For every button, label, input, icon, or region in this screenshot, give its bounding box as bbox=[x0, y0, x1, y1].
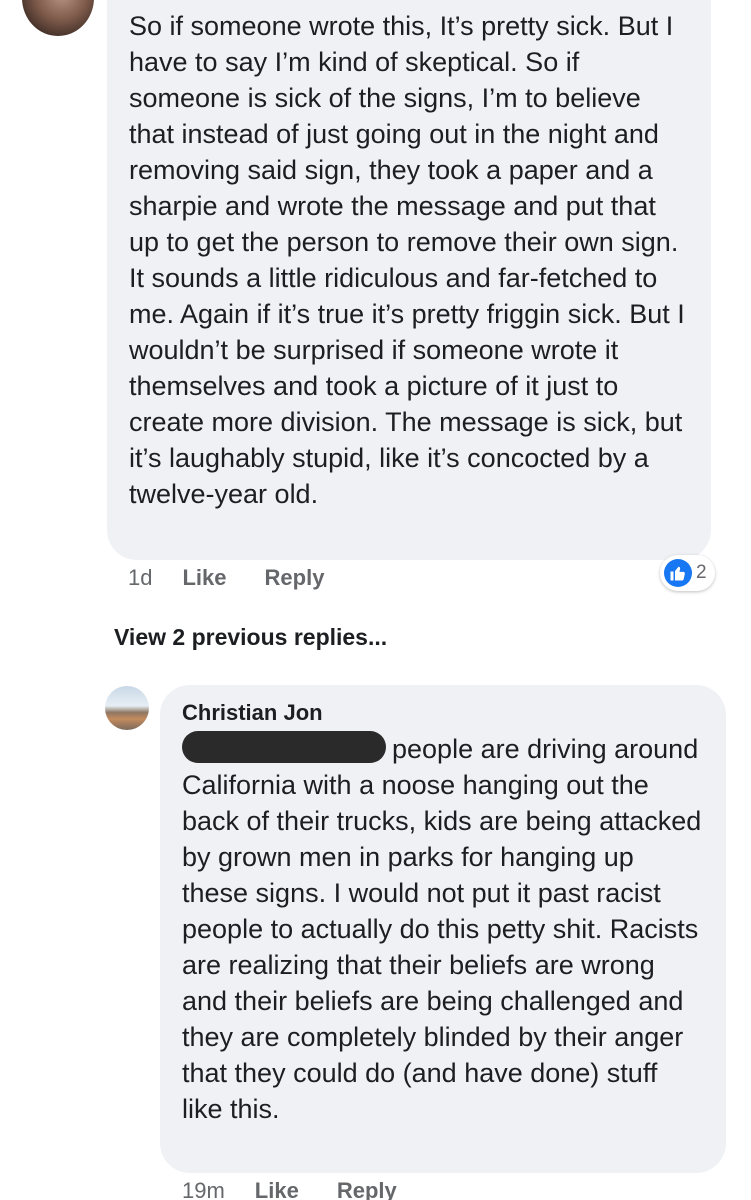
reply-like-button[interactable]: Like bbox=[255, 1178, 299, 1200]
comment-timestamp[interactable]: 1d bbox=[128, 565, 152, 591]
reply-reply-button[interactable]: Reply bbox=[337, 1178, 397, 1200]
redacted-mention bbox=[182, 731, 386, 763]
reply-actions: 19m Like Reply bbox=[182, 1178, 435, 1200]
like-icon bbox=[664, 559, 692, 587]
reply-text-block: people are driving around California wit… bbox=[182, 731, 704, 1127]
commenter-avatar[interactable] bbox=[22, 0, 94, 36]
reaction-summary[interactable]: 2 bbox=[660, 555, 715, 591]
reply-bubble: Christian Jon people are driving around … bbox=[160, 685, 726, 1173]
reply-text: people are driving around California wit… bbox=[182, 734, 709, 1124]
comment-actions: 1d Like Reply bbox=[128, 565, 362, 591]
reaction-count: 2 bbox=[696, 562, 707, 583]
reply-author-name[interactable]: Christian Jon bbox=[182, 699, 704, 727]
comment-text: So if someone wrote this, It’s pretty si… bbox=[129, 11, 693, 509]
comment-bubble: So if someone wrote this, It’s pretty si… bbox=[107, 0, 711, 560]
reply-button[interactable]: Reply bbox=[265, 565, 325, 591]
reply-author-avatar[interactable] bbox=[105, 686, 149, 730]
like-button[interactable]: Like bbox=[182, 565, 226, 591]
view-previous-replies-link[interactable]: View 2 previous replies... bbox=[114, 624, 387, 651]
comment-thread: So if someone wrote this, It’s pretty si… bbox=[0, 0, 751, 1200]
reply-timestamp[interactable]: 19m bbox=[182, 1178, 225, 1200]
